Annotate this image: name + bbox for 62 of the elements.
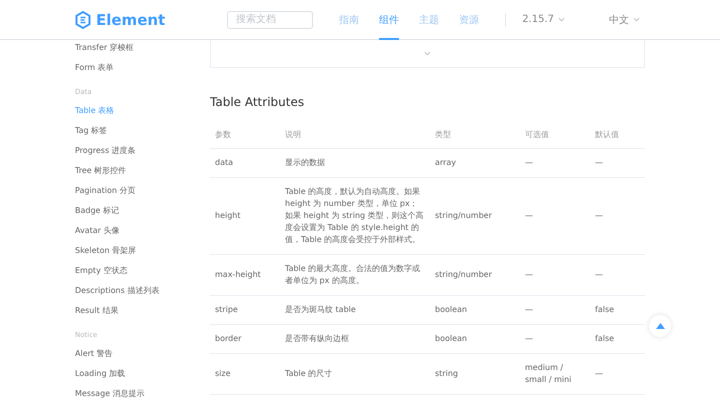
table-cell: — [590, 254, 645, 296]
table-cell: — [520, 296, 590, 324]
sidebar-item[interactable]: Descriptions 描述列表 [75, 281, 210, 301]
sidebar-item[interactable]: Form 表单 [75, 58, 210, 78]
table-cell: 显示的数据 [280, 148, 430, 178]
search-field[interactable]: 搜索文档 [227, 10, 314, 28]
table-cell: 是否为斑马纹 table [280, 296, 430, 324]
sidebar-item[interactable]: Alert 警告 [75, 344, 210, 364]
table-cell: boolean [430, 296, 520, 324]
version-dropdown[interactable]: 2.15.7 [522, 14, 565, 25]
hexagon-logo-icon [75, 10, 91, 28]
sidebar-item[interactable]: Badge 标记 [75, 201, 210, 221]
table-cell: max-height [210, 254, 280, 296]
table-cell: border [210, 324, 280, 354]
table-cell: Table 的最大高度。合法的值为数字或者单位为 px 的高度。 [280, 254, 430, 296]
column-header: 类型 [430, 121, 520, 148]
sidebar-item[interactable]: Loading 加载 [75, 364, 210, 384]
column-header: 说明 [280, 121, 430, 148]
column-header: 可选值 [520, 121, 590, 148]
table-cell: size [210, 354, 280, 394]
table-cell: height [210, 178, 280, 254]
table-cell: — [520, 254, 590, 296]
sidebar-item[interactable]: Progress 进度条 [75, 141, 210, 161]
sidebar-item[interactable]: Empty 空状态 [75, 261, 210, 281]
table-cell: string/number [430, 178, 520, 254]
sidebar-item[interactable]: Transfer 穿梭框 [75, 38, 210, 58]
table-cell: Table 的尺寸 [280, 354, 430, 394]
table-cell: false [590, 324, 645, 354]
table-cell: — [520, 178, 590, 254]
table-cell: stripe [210, 296, 280, 324]
sidebar-item[interactable]: Message 消息提示 [75, 384, 210, 404]
table-cell: Table 的高度，默认为自动高度。如果 height 为 number 类型，单位 px；如果 height 为 string 类型，则这个高度会设置为 Table 的 style.height 的值，Table 的高度会受控于外部样式。 [280, 178, 430, 254]
table-cell: medium / small / mini [520, 354, 590, 394]
section-title: Table Attributes [210, 95, 306, 109]
sidebar-item[interactable]: Pagination 分页 [75, 181, 210, 201]
caret-up-icon [656, 323, 664, 329]
table-cell: data [210, 148, 280, 178]
sidebar-item[interactable]: Skeleton 骨架屏 [75, 241, 210, 261]
back-to-top-button[interactable] [649, 315, 671, 337]
table-cell: 是否带有纵向边框 [280, 324, 430, 354]
table-cell: — [590, 354, 645, 394]
chevron-down-icon [424, 51, 431, 56]
logo-text: Element [96, 10, 166, 28]
table-cell: string [430, 354, 520, 394]
code-block-toggle[interactable] [210, 40, 645, 68]
table-cell: string/number [430, 254, 520, 296]
chevron-down-icon [633, 17, 640, 22]
sidebar-item[interactable]: Result 结果 [75, 301, 210, 321]
table-cell: false [590, 296, 645, 324]
table-cell: — [520, 148, 590, 178]
table-cell: — [520, 324, 590, 354]
language-dropdown[interactable]: 中文 [609, 12, 640, 26]
sidebar-item[interactable]: Avatar 头像 [75, 221, 210, 241]
table-cell: array [430, 148, 520, 178]
column-header: 参数 [210, 121, 280, 148]
chevron-down-icon [558, 17, 565, 22]
table-cell: — [590, 148, 645, 178]
table-cell: boolean [430, 324, 520, 354]
sidebar-item[interactable]: Tree 树形控件 [75, 161, 210, 181]
sidebar-item[interactable]: Tag 标签 [75, 121, 210, 141]
column-header: 默认值 [590, 121, 645, 148]
table-cell: — [590, 178, 645, 254]
